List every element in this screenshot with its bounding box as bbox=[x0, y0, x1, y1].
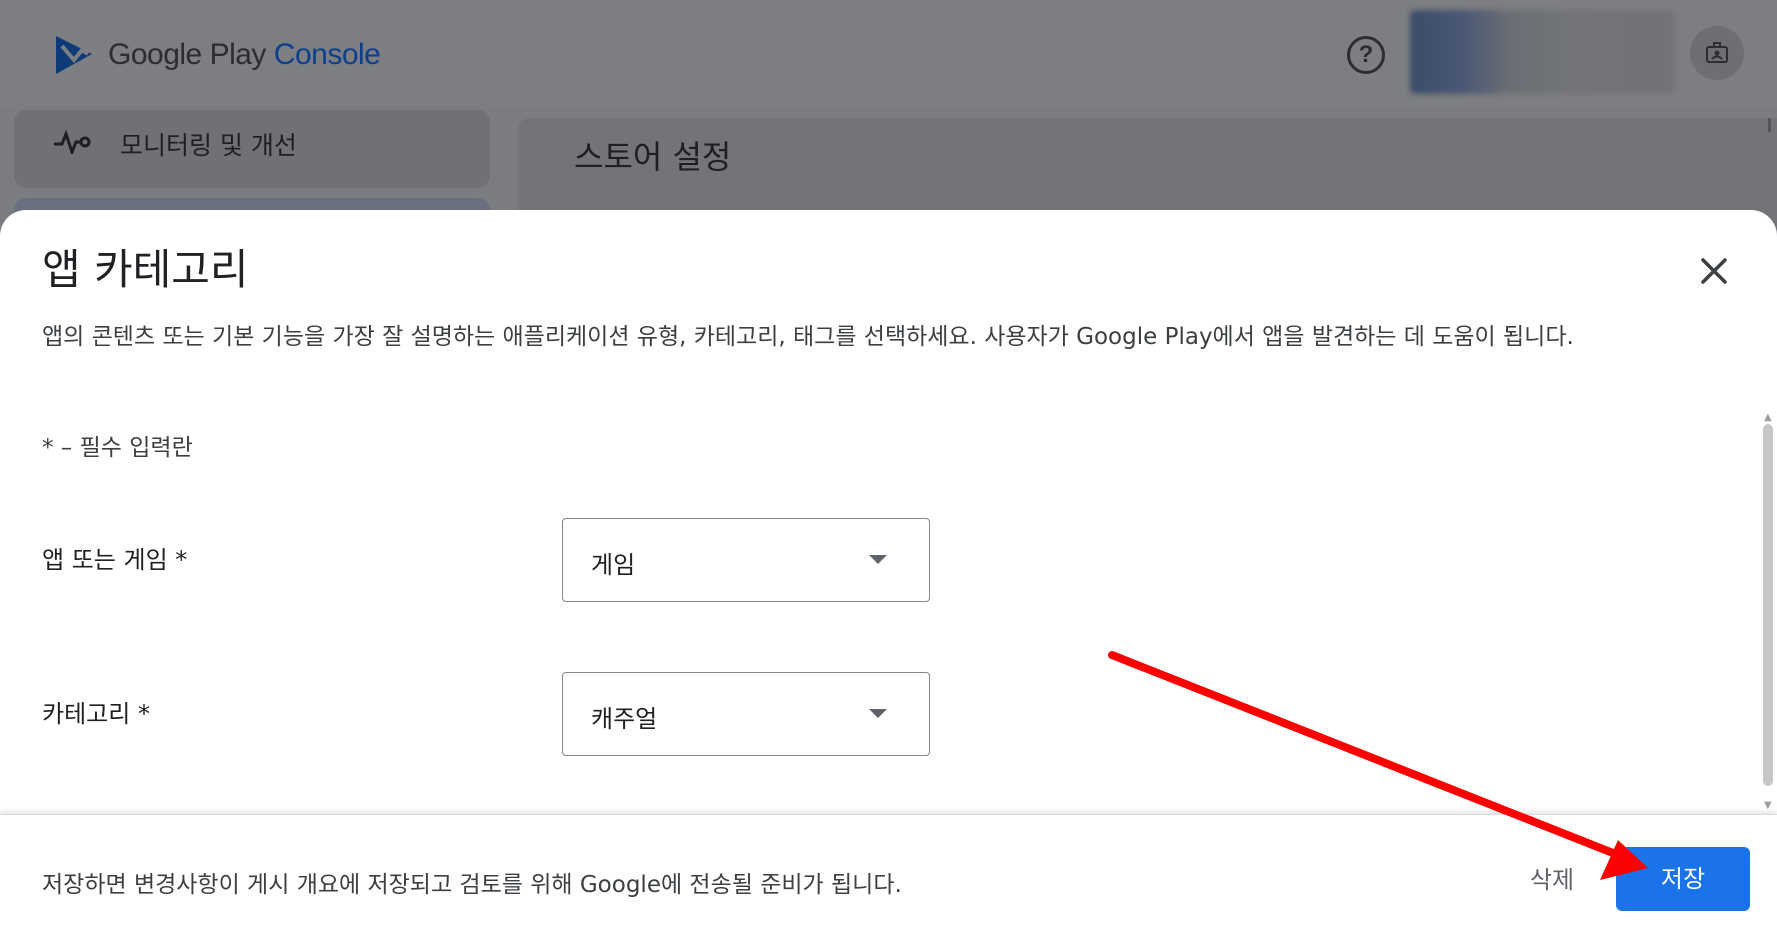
dialog-footer: 저장하면 변경사항이 게시 개요에 저장되고 검토를 위해 Google에 전송… bbox=[0, 814, 1777, 934]
scroll-up-icon[interactable]: ▲ bbox=[1764, 412, 1772, 423]
account-badge-icon[interactable] bbox=[1690, 26, 1744, 80]
category-label: 카테고리 * bbox=[42, 700, 150, 728]
help-icon[interactable]: ? bbox=[1347, 36, 1385, 74]
page-title: 스토어 설정 bbox=[574, 138, 732, 176]
account-switcher[interactable] bbox=[1410, 10, 1675, 94]
app-or-game-value: 게임 bbox=[591, 551, 636, 579]
save-button[interactable]: 저장 bbox=[1616, 847, 1750, 911]
brand-console: Console bbox=[273, 38, 381, 71]
category-select[interactable]: 캐주얼 bbox=[562, 672, 930, 756]
page-scrollbar[interactable] bbox=[1768, 118, 1771, 132]
app-or-game-select[interactable]: 게임 bbox=[562, 518, 930, 602]
sidebar-item-label: 모니터링 및 개선 bbox=[120, 131, 297, 160]
chevron-down-icon bbox=[869, 709, 887, 718]
brand-google-play: Google Play bbox=[108, 38, 266, 71]
brand-title[interactable]: Google Play Console bbox=[108, 38, 381, 72]
dialog-description: 앱의 콘텐츠 또는 기본 기능을 가장 잘 설명하는 애플리케이션 유형, 카테… bbox=[42, 324, 1574, 350]
pulse-icon bbox=[54, 130, 91, 154]
scroll-down-icon[interactable]: ▼ bbox=[1764, 800, 1772, 811]
required-note: * – 필수 입력란 bbox=[42, 435, 193, 461]
chevron-down-icon bbox=[869, 555, 887, 564]
app-or-game-label: 앱 또는 게임 * bbox=[42, 546, 188, 574]
app-category-dialog: 앱 카테고리 앱의 콘텐츠 또는 기본 기능을 가장 잘 설명하는 애플리케이션… bbox=[0, 210, 1777, 934]
footer-note: 저장하면 변경사항이 게시 개요에 저장되고 검토를 위해 Google에 전송… bbox=[42, 872, 902, 898]
dialog-scrollbar[interactable] bbox=[1763, 424, 1773, 786]
close-icon[interactable] bbox=[1688, 245, 1740, 297]
category-value: 캐주얼 bbox=[591, 705, 658, 733]
dialog-title: 앱 카테고리 bbox=[42, 245, 249, 294]
play-console-logo-icon bbox=[56, 36, 92, 74]
delete-button[interactable]: 삭제 bbox=[1502, 851, 1602, 909]
